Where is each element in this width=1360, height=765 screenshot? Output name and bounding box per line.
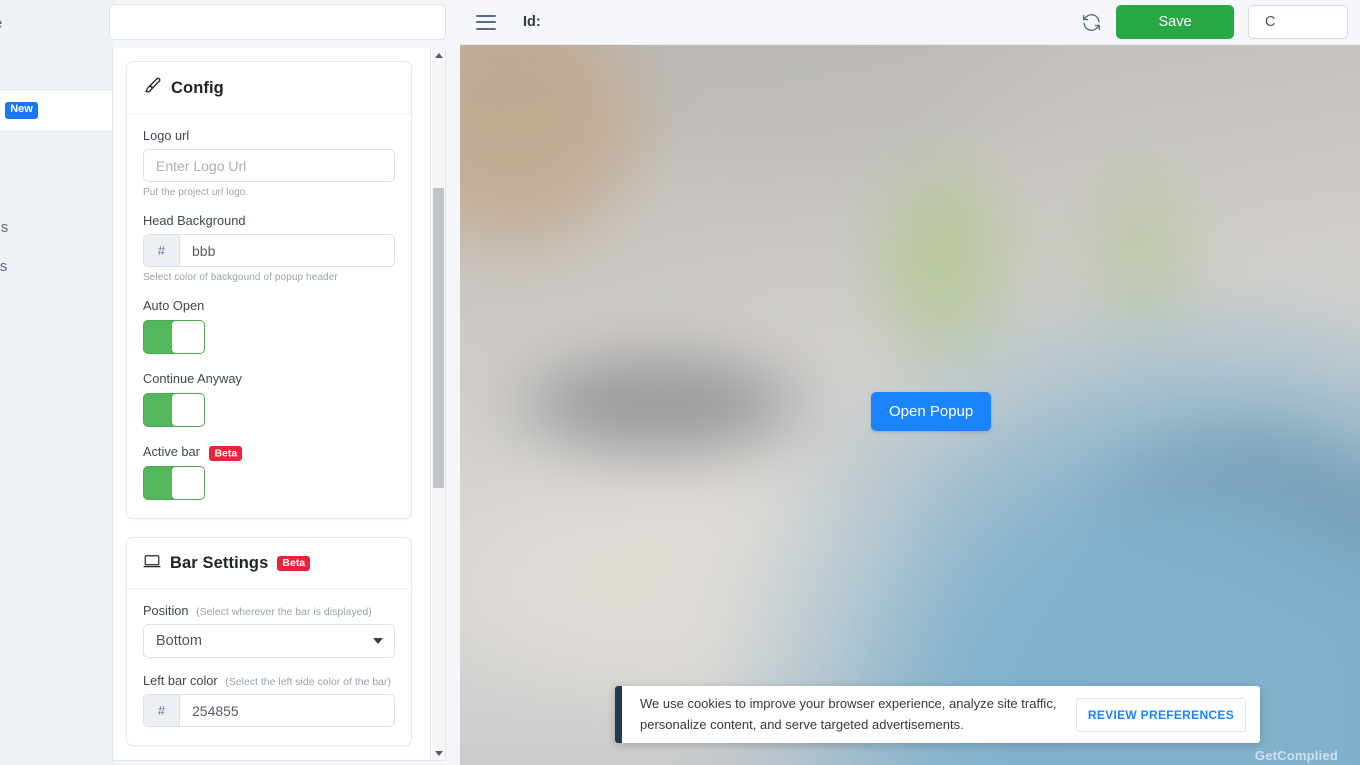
sidebar-item-label: Cookies [0, 219, 9, 236]
head-background-value: bbb [192, 242, 216, 259]
toggle-knob [172, 467, 204, 500]
head-background-field: Head Background # bbb Select color of ba… [143, 213, 395, 283]
triangle-up-icon [434, 53, 443, 58]
continue-anyway-field: Continue Anyway [143, 371, 395, 427]
sidebar-item-policies[interactable]: olicies [0, 169, 115, 208]
bar-settings-card-header: Bar Settings Beta [127, 538, 411, 590]
config-card-header: Config [127, 62, 411, 114]
left-column: t Name nfo ettings New Rights olicies Co… [0, 0, 460, 765]
left-bar-color-value: 254855 [192, 702, 239, 719]
settings-form-scroll-content: Config Logo url Enter Logo Url Put the p… [113, 48, 425, 747]
position-select[interactable]: Bottom [143, 624, 395, 659]
preview-pane: Id: Save C Open Popup We use cookies to … [460, 0, 1360, 765]
head-background-label: Head Background [143, 213, 246, 228]
scrollbar-thumb[interactable] [433, 188, 444, 488]
id-label: Id: [523, 14, 541, 30]
scroll-down-arrow[interactable] [431, 746, 445, 760]
toggle-knob [172, 321, 204, 353]
cookie-consent-text: We use cookies to improve your browser e… [640, 696, 1057, 732]
logo-url-field: Logo url Enter Logo Url Put the project … [143, 128, 395, 198]
position-selected-value: Bottom [156, 633, 202, 650]
position-field: Position (Select wherever the bar is dis… [143, 603, 395, 659]
continue-anyway-toggle[interactable] [143, 393, 205, 427]
config-card: Config Logo url Enter Logo Url Put the p… [126, 61, 412, 520]
scroll-up-arrow[interactable] [431, 48, 445, 63]
active-bar-toggle[interactable] [143, 466, 205, 501]
hamburger-icon[interactable] [476, 14, 496, 30]
head-background-hint: Select color of backgound of popup heade… [143, 272, 338, 283]
left-bar-color-hint: (Select the left side color of the bar) [225, 676, 392, 689]
position-label: Position (Select wherever the bar is dis… [143, 603, 372, 619]
badge-beta: Beta [209, 445, 243, 461]
cookie-consent-bar: We use cookies to improve your browser e… [615, 686, 1260, 743]
hash-prefix: # [144, 695, 180, 727]
sidebar-item-rights[interactable]: Rights [0, 130, 115, 169]
project-name-input[interactable] [109, 4, 446, 40]
bar-settings-card-body: Position (Select wherever the bar is dis… [127, 589, 411, 745]
auto-open-toggle[interactable] [143, 320, 205, 354]
paintbrush-icon [143, 76, 162, 100]
config-card-title: Config [171, 78, 224, 97]
auto-open-label: Auto Open [143, 298, 205, 313]
toggle-knob [172, 394, 204, 426]
sidebar-item-label: latforms [0, 258, 8, 275]
hash-prefix: # [144, 235, 180, 266]
settings-form-panel: Config Logo url Enter Logo Url Put the p… [112, 48, 446, 761]
logo-url-label: Logo url [143, 128, 190, 143]
chevron-down-icon [373, 638, 383, 645]
triangle-down-icon [434, 751, 443, 756]
sidebar-item-label: t Name [0, 15, 2, 32]
badge-beta: Beta [277, 555, 311, 572]
sidebar-item-inputs[interactable]: nputs [0, 286, 115, 325]
sidebar-item-cookies[interactable]: Cookies [0, 208, 115, 247]
active-bar-label: Active bar Beta [143, 444, 395, 461]
position-hint: (Select wherever the bar is displayed) [196, 606, 372, 619]
left-bar-color-input[interactable]: # 254855 [143, 694, 395, 728]
toolbar-actions: Save C [1080, 5, 1348, 39]
logo-url-hint: Put the project url logo. [143, 187, 249, 198]
active-bar-field: Active bar Beta [143, 444, 395, 501]
auto-open-field: Auto Open [143, 298, 395, 354]
sidebar-item-settings[interactable]: ettings New [0, 91, 115, 130]
sidebar-item-info[interactable]: nfo [0, 52, 115, 91]
sidebar-nav: t Name nfo ettings New Rights olicies Co… [0, 0, 115, 765]
left-bar-color-field: Left bar color (Select the left side col… [143, 673, 395, 728]
config-card-body: Logo url Enter Logo Url Put the project … [127, 114, 411, 518]
bar-settings-card-title: Bar Settings [170, 554, 269, 573]
sidebar-item-platforms[interactable]: latforms [0, 247, 115, 286]
sidebar-item-project-name[interactable]: t Name [0, 0, 115, 46]
refresh-icon[interactable] [1080, 11, 1102, 33]
head-background-color-input[interactable]: # bbb [143, 234, 395, 267]
save-button[interactable]: Save [1116, 5, 1234, 39]
preview-stage: Open Popup We use cookies to improve you… [460, 45, 1360, 765]
review-preferences-button[interactable]: REVIEW PREFERENCES [1075, 697, 1246, 732]
watermark: GetComplied [1254, 748, 1338, 763]
open-popup-button[interactable]: Open Popup [871, 392, 992, 431]
preview-toolbar: Id: Save C [460, 0, 1360, 45]
form-scrollbar[interactable] [430, 48, 445, 760]
continue-anyway-label: Continue Anyway [143, 371, 242, 386]
badge-new: New [5, 102, 38, 119]
display-icon [143, 552, 161, 575]
app-root: t Name nfo ettings New Rights olicies Co… [0, 0, 1360, 765]
cancel-button[interactable]: C [1248, 5, 1348, 39]
bar-settings-card: Bar Settings Beta Position (Select where… [126, 537, 412, 747]
left-bar-color-label: Left bar color (Select the left side col… [143, 673, 392, 689]
logo-url-input[interactable]: Enter Logo Url [143, 149, 395, 182]
